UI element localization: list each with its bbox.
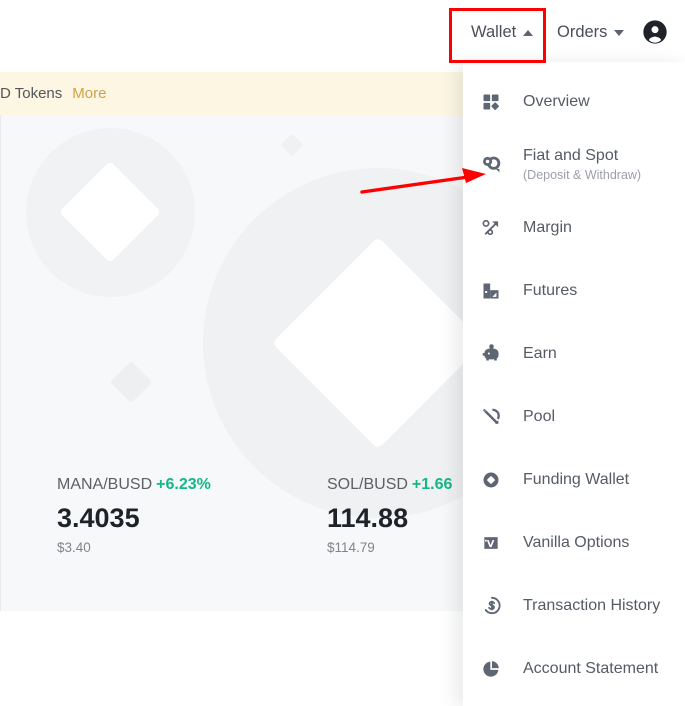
dollar-clock-history-icon (478, 593, 504, 619)
menu-item-futures[interactable]: Futures (463, 259, 685, 322)
menu-item-funding-wallet[interactable]: Funding Wallet (463, 448, 685, 511)
menu-item-account-statement[interactable]: Account Statement (463, 637, 685, 700)
bar-chart-futures-icon (478, 278, 504, 304)
ticker-header: MANA/BUSD +6.23% (57, 475, 211, 495)
wallet-dropdown-menu: Overview Fiat and Spot (Deposit & Withdr… (463, 62, 685, 706)
menu-label-wrap: Transaction History (523, 595, 660, 616)
menu-label-wrap: Earn (523, 343, 557, 364)
menu-item-sublabel: (Deposit & Withdraw) (523, 168, 642, 182)
menu-item-label: Margin (523, 219, 572, 236)
caret-up-icon (523, 29, 534, 36)
ticker-price: 114.88 (327, 503, 409, 533)
menu-label-wrap: Account Statement (523, 658, 658, 679)
menu-item-transaction-history[interactable]: Transaction History (463, 574, 685, 637)
menu-item-label: Overview (523, 93, 590, 110)
ticker-price: 3.4035 (57, 503, 140, 533)
ticker-fiat-value: $3.40 (57, 540, 91, 555)
account-circle-icon[interactable] (641, 18, 669, 46)
menu-item-overview[interactable]: Overview (463, 70, 685, 133)
banner-more-link[interactable]: More (72, 85, 106, 102)
menu-item-label: Fiat and Spot (523, 147, 619, 164)
pie-chart-statement-icon (478, 656, 504, 682)
decorative-diamond-small-top (280, 133, 304, 157)
menu-item-earn[interactable]: Earn (463, 322, 685, 385)
decorative-diamond-left (59, 161, 161, 263)
ticker-card[interactable]: MANA/BUSD +6.23% 3.4035 $3.40 (57, 475, 211, 557)
menu-label-wrap: Margin (523, 217, 572, 238)
percent-arrow-margin-icon (478, 215, 504, 241)
ticker-pair: MANA/BUSD (57, 476, 153, 493)
menu-label-wrap: Vanilla Options (523, 532, 629, 553)
menu-label-wrap: Funding Wallet (523, 469, 629, 490)
menu-label-wrap: Fiat and Spot (Deposit & Withdraw) (523, 145, 641, 184)
v-badge-options-icon (478, 530, 504, 556)
grid-overview-icon (478, 89, 504, 115)
menu-item-label: Transaction History (523, 597, 661, 614)
piggy-bank-earn-icon (478, 341, 504, 367)
menu-item-label: Pool (523, 408, 556, 425)
menu-label-wrap: Pool (523, 406, 555, 427)
menu-item-fiat-and-spot[interactable]: Fiat and Spot (Deposit & Withdraw) (463, 133, 685, 196)
nav-orders-button[interactable]: Orders (557, 23, 625, 42)
ticker-change: +1.66 (411, 476, 453, 493)
diamond-circle-funding-icon (478, 467, 504, 493)
menu-label-wrap: Overview (523, 91, 590, 112)
ticker-change: +6.23% (156, 476, 211, 493)
menu-item-label: Earn (523, 345, 557, 362)
app-root: MANA/BUSD +6.23% 3.4035 $3.40 SOL/BUSD +1.… (0, 0, 685, 706)
menu-item-label: Vanilla Options (523, 534, 630, 551)
decorative-diamond-small-bottom (109, 360, 153, 404)
caret-down-icon (614, 29, 625, 36)
decorative-diamond-right (271, 236, 485, 450)
menu-item-label: Account Statement (523, 660, 659, 677)
decorative-circle-large-left (26, 128, 195, 297)
banner-text: D Tokens (0, 85, 63, 102)
ticker-card[interactable]: SOL/BUSD +1.66 114.88 $114.79 (327, 475, 452, 557)
nav-wallet-label: Wallet (471, 23, 517, 41)
ticker-header: SOL/BUSD +1.66 (327, 475, 452, 495)
menu-item-label: Funding Wallet (523, 471, 630, 488)
coins-fiat-spot-icon (478, 152, 504, 178)
menu-item-vanilla-options[interactable]: Vanilla Options (463, 511, 685, 574)
ticker-pair: SOL/BUSD (327, 476, 408, 493)
ticker-fiat-value: $114.79 (327, 540, 375, 555)
menu-item-label: Futures (523, 282, 578, 299)
nav-wallet-button[interactable]: Wallet (471, 23, 534, 42)
menu-item-margin[interactable]: Margin (463, 196, 685, 259)
pickaxe-pool-icon (478, 404, 504, 430)
nav-orders-label: Orders (557, 23, 608, 41)
menu-label-wrap: Futures (523, 280, 577, 301)
menu-item-pool[interactable]: Pool (463, 385, 685, 448)
